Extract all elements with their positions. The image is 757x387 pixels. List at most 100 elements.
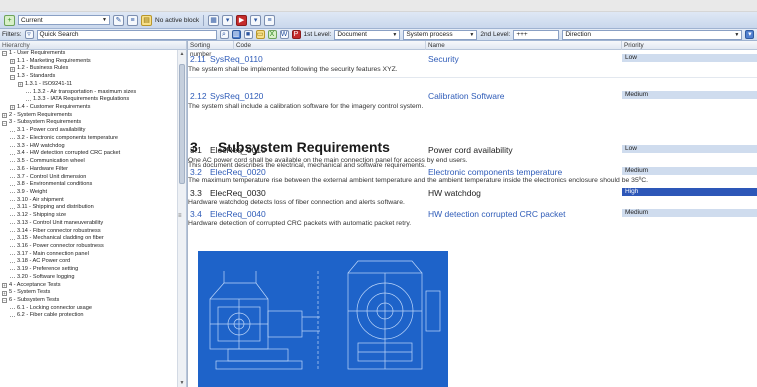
tree-item[interactable]: 3.18 - AC Power cord	[0, 258, 176, 266]
req-name: HW detection corrupted CRC packet	[428, 209, 566, 219]
search-icon[interactable]: ⌕	[219, 30, 229, 39]
apply-filter-icon[interactable]: ▾	[745, 30, 755, 39]
pdf-icon[interactable]: P	[291, 30, 301, 39]
tree-item[interactable]: 3.13 - Control Unit maneuverability	[0, 220, 176, 228]
collapse-icon[interactable]: −	[2, 51, 7, 57]
tree-connector	[10, 230, 15, 232]
tree-item-label: 1.3.2 - Air transportation - maximum siz…	[33, 88, 137, 95]
tree-item[interactable]: 3.2 - Electronic components temperature	[0, 135, 176, 143]
word-icon[interactable]: W	[279, 30, 289, 39]
tree-item[interactable]: 3.14 - Fiber connector robustness	[0, 228, 176, 236]
col-name[interactable]: Name	[426, 41, 622, 50]
tree-item[interactable]: 3.3 - HW watchdog	[0, 143, 176, 151]
req-code: ElecReq_0030	[210, 188, 266, 198]
col-sorting-number[interactable]: Sorting number	[188, 41, 234, 58]
tree-item[interactable]: 1.3.2 - Air transportation - maximum siz…	[0, 89, 176, 97]
tree-item[interactable]: +1.4 - Customer Requirements	[0, 104, 176, 112]
expand-icon[interactable]: +	[2, 113, 7, 119]
grid-icon[interactable]: ▦	[208, 14, 220, 26]
tree-item[interactable]: −1.3 - Standards	[0, 73, 176, 81]
tree-item[interactable]: 3.12 - Shipping size	[0, 212, 176, 220]
row-divider	[188, 77, 757, 78]
folder-icon[interactable]: ▭	[255, 30, 265, 39]
more-icon[interactable]: ≡	[264, 14, 276, 26]
collapse-icon[interactable]: −	[2, 298, 7, 304]
tree-item[interactable]: −3 - Subsystem Requirements	[0, 119, 176, 127]
tree-item[interactable]: 3.8 - Environmental conditions	[0, 181, 176, 189]
splitter-grip-icon[interactable]: ≡	[178, 213, 182, 219]
col-priority[interactable]: Priority	[622, 41, 757, 50]
tree-item[interactable]: 3.10 - Air shipment	[0, 197, 176, 205]
req-name: HW watchdog	[428, 188, 481, 198]
main-toolbar: + Current ▼ ✎ ≡ ▤ No active block ▦ ▾ ▶ …	[0, 12, 757, 29]
expand-icon[interactable]: +	[10, 105, 15, 111]
filter-icon[interactable]: ▿	[24, 30, 34, 39]
tree-item[interactable]: 1.3.3 - IATA Requirements Regulations	[0, 96, 176, 104]
save-icon[interactable]: ■	[243, 30, 253, 39]
filters-label: Filters:	[2, 31, 22, 38]
tree-connector	[10, 161, 15, 163]
direction-select[interactable]: Direction ▼	[562, 29, 743, 40]
expand-icon[interactable]: +	[2, 290, 7, 296]
collapse-icon[interactable]: −	[10, 74, 15, 80]
tree-item[interactable]: 3.5 - Communication wheel	[0, 158, 176, 166]
tree-item[interactable]: 3.4 - HW detection corrupted CRC packet	[0, 150, 176, 158]
tree-item-label: 3.9 - Weight	[17, 188, 48, 195]
tree-item[interactable]: +2 - System Requirements	[0, 112, 176, 120]
tree-item[interactable]: 3.19 - Preference setting	[0, 266, 176, 274]
expand-icon[interactable]: +	[10, 59, 15, 65]
dropdown-icon[interactable]: ▾	[250, 14, 262, 26]
req-priority: Medium	[622, 91, 757, 99]
expand-icon[interactable]: +	[18, 82, 23, 88]
tree-item[interactable]: 3.16 - Power connector robustness	[0, 243, 176, 251]
tree-item[interactable]: 3.1 - Power cord availability	[0, 127, 176, 135]
col-code[interactable]: Code	[234, 41, 426, 50]
list-icon[interactable]: ≡	[127, 14, 138, 26]
level2-select[interactable]: +++	[513, 29, 560, 40]
tree-item[interactable]: +1.2 - Business Rules	[0, 65, 176, 73]
filter-toolbar: Filters: ▿ Quick Search ⌕ ▥ ■ ▭ X W P 1s…	[0, 29, 757, 41]
scroll-down-icon[interactable]: ▼	[178, 379, 186, 387]
system-process-select[interactable]: System process ▼	[403, 29, 478, 40]
tree-item[interactable]: +5 - System Tests	[0, 289, 176, 297]
record-icon[interactable]: ▶	[236, 14, 248, 26]
req-description: Hardware watchdog detects loss of fiber …	[188, 199, 405, 206]
scroll-up-icon[interactable]: ▲	[178, 50, 186, 58]
tree-item[interactable]: 6.2 - Fiber cable protection	[0, 312, 176, 320]
chevron-down-icon: ▼	[102, 17, 107, 23]
add-icon[interactable]: +	[4, 14, 15, 26]
tree-item[interactable]: −6 - Subsystem Tests	[0, 297, 176, 305]
tree-item[interactable]: 3.7 - Control Unit dimension	[0, 174, 176, 182]
view-icon[interactable]: ▥	[231, 30, 241, 39]
expand-icon[interactable]: +	[2, 282, 7, 288]
req-priority: Medium	[622, 167, 757, 175]
tree-item[interactable]: +1.1 - Marketing Requirements	[0, 58, 176, 66]
excel-icon[interactable]: X	[267, 30, 277, 39]
tree-item[interactable]: −1 - User Requirements	[0, 50, 176, 58]
req-code: SysReq_0120	[210, 91, 264, 101]
tree-item[interactable]: 6.1 - Locking connector usage	[0, 305, 176, 313]
tree-connector	[10, 269, 15, 271]
tree-item[interactable]: 3.11 - Shipping and distribution	[0, 204, 176, 212]
tree-item-label: 5 - System Tests	[9, 289, 51, 296]
options-icon[interactable]: ▾	[222, 14, 234, 26]
block-icon[interactable]: ▤	[141, 14, 152, 26]
expand-icon[interactable]: +	[10, 66, 15, 72]
edit-icon[interactable]: ✎	[113, 14, 124, 26]
tree-item[interactable]: +1.3.1 - ISO9241-11	[0, 81, 176, 89]
tree-item-label: 1.3 - Standards	[17, 73, 56, 80]
tree-item[interactable]: 3.6 - Hardware Filter	[0, 166, 176, 174]
tree-connector	[10, 277, 15, 279]
tree-item[interactable]: 3.15 - Mechanical cladding on fiber	[0, 235, 176, 243]
tree-item-label: 3.15 - Mechanical cladding on fiber	[17, 235, 104, 242]
tree-item[interactable]: 3.9 - Weight	[0, 189, 176, 197]
baseline-select[interactable]: Current ▼	[18, 15, 110, 25]
tree-item[interactable]: 3.20 - Software logging	[0, 274, 176, 282]
collapse-icon[interactable]: −	[2, 120, 7, 126]
scroll-thumb[interactable]	[179, 64, 185, 184]
tree-item[interactable]: +4 - Acceptance Tests	[0, 282, 176, 290]
level1-select[interactable]: Document ▼	[334, 29, 401, 40]
tree-item[interactable]: 3.17 - Main connection panel	[0, 251, 176, 259]
req-priority: High	[622, 188, 757, 196]
quick-search-input[interactable]: Quick Search	[36, 29, 217, 40]
